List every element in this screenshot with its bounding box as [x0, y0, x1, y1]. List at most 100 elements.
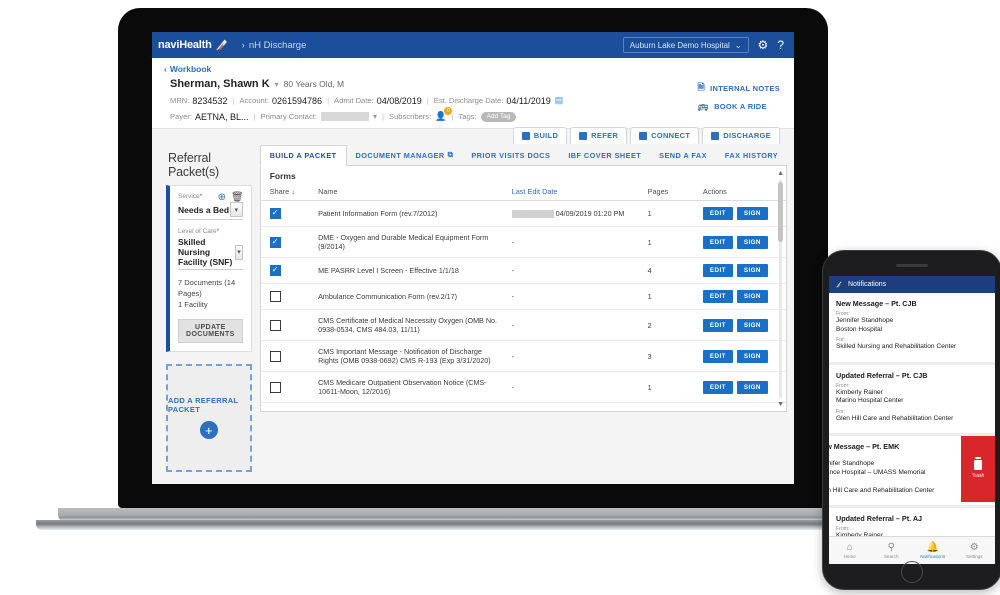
- admit-date-value: 04/08/2019: [376, 95, 422, 106]
- tab-discharge[interactable]: DISCHARGE: [702, 127, 780, 144]
- phone-home-button[interactable]: [901, 561, 923, 583]
- service-select[interactable]: Needs a Bed ▾: [178, 201, 243, 220]
- patient-caret-icon[interactable]: ▾: [275, 80, 279, 89]
- row-actions-cell: EDIT SIGN: [693, 200, 787, 227]
- brand-logo[interactable]: naviHealth: [158, 37, 230, 53]
- add-referral-packet-dropzone[interactable]: ADD A REFERRAL PACKET +: [166, 363, 252, 472]
- help-icon[interactable]: ?: [777, 39, 784, 51]
- phone-tab-settings[interactable]: ⚙ Settings: [954, 537, 996, 564]
- subtab-send-a-fax[interactable]: SEND A FAX: [650, 146, 716, 165]
- col-header-share[interactable]: Share ↓: [260, 185, 310, 201]
- chevron-down-icon[interactable]: ▾: [235, 244, 243, 260]
- sign-button[interactable]: SIGN: [736, 207, 768, 220]
- sort-down-icon[interactable]: ↓: [291, 187, 295, 196]
- workbook-back-link[interactable]: ‹ Workbook: [164, 64, 782, 74]
- calendar-icon[interactable]: ▤: [555, 95, 564, 106]
- refer-icon: [579, 131, 588, 140]
- edit-button[interactable]: EDIT: [702, 318, 733, 332]
- trash-icon[interactable]: 🗑: [231, 192, 244, 203]
- edit-button[interactable]: EDIT: [702, 264, 733, 277]
- breadcrumb-chevron-icon: ›: [241, 39, 245, 51]
- phone-tab-notifications[interactable]: 🔔 Notifications: [912, 537, 954, 564]
- scrollbar-thumb[interactable]: [778, 182, 784, 242]
- col-header-last-edit-date[interactable]: Last Edit Date: [502, 185, 639, 201]
- forms-panel: BUILD A PACKET DOCUMENT MANAGER ⧉ PRIOR …: [259, 145, 788, 472]
- row-share-cell[interactable]: [260, 257, 310, 284]
- share-checkbox[interactable]: [269, 236, 281, 248]
- edit-button[interactable]: EDIT: [702, 235, 733, 249]
- col-header-name[interactable]: Name: [309, 185, 503, 201]
- phone-tab-search[interactable]: ⚲ Search: [871, 537, 913, 564]
- plus-icon[interactable]: +: [199, 421, 218, 440]
- notifications-list[interactable]: New Message – Pt. CJB From: Jennifer Sta…: [829, 293, 995, 536]
- share-checkbox[interactable]: [269, 319, 281, 331]
- edit-button[interactable]: EDIT: [702, 349, 733, 363]
- share-checkbox[interactable]: [269, 350, 281, 362]
- internal-notes-button[interactable]: 🗎 INTERNAL NOTES: [698, 80, 780, 96]
- subtab-document-manager[interactable]: DOCUMENT MANAGER ⧉: [347, 145, 463, 165]
- scroll-up-icon[interactable]: ▲: [777, 170, 784, 177]
- subtab-document-manager-label: DOCUMENT MANAGER: [355, 150, 445, 160]
- list-item[interactable]: Updated Referral – Pt. CJB From: Kimberl…: [829, 364, 995, 437]
- subtab-ibf-cover-sheet[interactable]: IBF COVER SHEET: [559, 146, 650, 165]
- row-share-cell[interactable]: [260, 371, 310, 403]
- list-item[interactable]: New Message – Pt. CJB From: Jennifer Sta…: [829, 293, 995, 365]
- sign-button[interactable]: SIGN: [736, 264, 768, 277]
- sign-button[interactable]: SIGN: [736, 290, 768, 303]
- subscribers-badge[interactable]: 👤 0: [435, 107, 453, 122]
- row-share-cell[interactable]: [260, 283, 310, 310]
- tab-build[interactable]: BUILD: [512, 127, 568, 144]
- phone-tab-home[interactable]: ⌂ Home: [829, 537, 871, 564]
- from-person: Kimberly Rainer: [836, 532, 883, 536]
- navihealth-app: naviHealth › nH Discharge Auburn Lake De…: [152, 32, 794, 484]
- gear-icon[interactable]: ⚙: [758, 39, 769, 51]
- tab-connect[interactable]: CONNECT: [630, 127, 700, 144]
- update-documents-button[interactable]: UPDATE DOCUMENTS: [178, 318, 243, 343]
- book-a-ride-button[interactable]: 🚌 BOOK A RIDE: [698, 101, 780, 112]
- forms-scrollbar[interactable]: ▲ ▼: [777, 170, 784, 408]
- referral-packet-card: ⊕ 🗑 Service* Needs a Bed ▾ Level of Care…: [166, 185, 252, 352]
- share-checkbox[interactable]: [269, 265, 281, 276]
- list-item[interactable]: Updated Referral – Pt. AJ From: Kimberly…: [829, 508, 995, 536]
- trash-swipe-action[interactable]: Trash: [961, 436, 995, 503]
- row-share-cell[interactable]: [260, 226, 310, 258]
- subtab-prior-visits-docs[interactable]: PRIOR VISITS DOCS: [462, 146, 559, 165]
- subtab-fax-history[interactable]: FAX HISTORY: [716, 146, 787, 165]
- tab-refer[interactable]: REFER: [570, 127, 628, 144]
- add-tag-button[interactable]: Add Tag: [480, 111, 517, 122]
- share-checkbox[interactable]: [269, 291, 281, 302]
- sign-button[interactable]: SIGN: [736, 235, 768, 249]
- patient-ids-row: MRN: 8234532 | Account: 0261594786 | Adm…: [164, 95, 782, 106]
- app-topbar: naviHealth › nH Discharge Auburn Lake De…: [152, 32, 794, 58]
- phone-header-title: Notifications: [848, 281, 887, 288]
- sign-button[interactable]: SIGN: [736, 349, 768, 363]
- edit-button[interactable]: EDIT: [702, 380, 733, 394]
- share-checkbox[interactable]: [269, 208, 281, 219]
- edit-button[interactable]: EDIT: [702, 290, 733, 303]
- patient-name: Sherman, Shawn K: [170, 78, 270, 90]
- primary-contact-caret-icon[interactable]: ▾: [373, 112, 377, 121]
- scroll-down-icon[interactable]: ▼: [777, 401, 784, 408]
- trash-icon: [974, 457, 982, 470]
- level-of-care-select[interactable]: Skilled Nursing Facility (SNF) ▾: [178, 236, 243, 270]
- col-header-share-label: Share: [269, 187, 290, 196]
- sign-button[interactable]: SIGN: [736, 380, 768, 394]
- chevron-down-icon[interactable]: ▾: [229, 202, 243, 217]
- breadcrumb[interactable]: › nH Discharge: [242, 40, 307, 51]
- main-tabs: BUILD REFER CONNECT DISCHARGE: [152, 127, 794, 144]
- row-share-cell[interactable]: [260, 309, 310, 341]
- row-date-cell: -: [502, 309, 639, 341]
- required-marker: *: [216, 228, 220, 235]
- edit-button[interactable]: EDIT: [702, 207, 733, 220]
- col-header-pages[interactable]: Pages: [638, 185, 694, 201]
- row-share-cell[interactable]: [260, 200, 310, 227]
- sign-button[interactable]: SIGN: [736, 318, 768, 332]
- list-item-swiped[interactable]: New Message – Pt. EMK From: Jennifer Sta…: [829, 436, 995, 509]
- row-name-cell: Patient Information Form (rev.7/2012): [309, 200, 503, 227]
- share-checkbox[interactable]: [269, 381, 281, 393]
- subtab-build-a-packet[interactable]: BUILD A PACKET: [259, 145, 347, 166]
- row-name-cell: CMS Certificate of Medical Necessity Oxy…: [309, 309, 503, 341]
- hospital-selector[interactable]: Auburn Lake Demo Hospital ⌄: [622, 37, 749, 53]
- add-copy-icon[interactable]: ⊕: [218, 192, 226, 203]
- row-share-cell[interactable]: [260, 340, 310, 372]
